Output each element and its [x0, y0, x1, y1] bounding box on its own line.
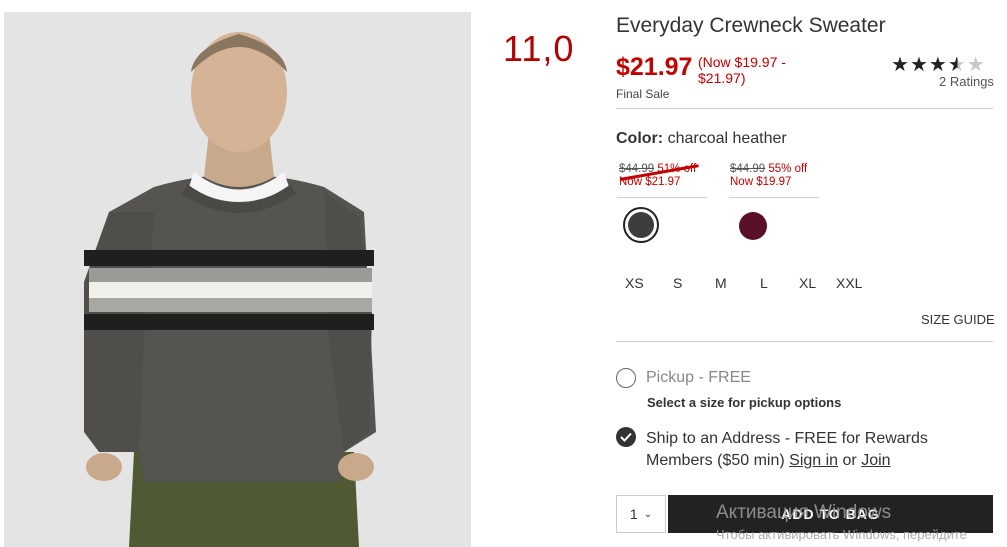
original-price: $44.99	[730, 163, 766, 175]
size-xl[interactable]: XL	[799, 275, 816, 291]
color-value: charcoal heather	[667, 130, 787, 147]
size-s[interactable]: S	[673, 275, 682, 291]
windows-activation-subtext: Чтобы активировать Windows, перейдите	[716, 527, 967, 542]
divider	[616, 108, 993, 109]
product-image[interactable]	[4, 12, 471, 547]
handwritten-annotation: 11,0	[503, 28, 575, 69]
divider	[617, 197, 707, 198]
swatch-dot	[628, 212, 654, 238]
size-xxl[interactable]: XXL	[836, 275, 862, 291]
star-icon: ★	[909, 54, 929, 76]
checkmark-icon	[620, 432, 632, 442]
half-star-icon: ★	[947, 54, 967, 76]
quantity-value: 1	[629, 506, 638, 522]
color-label: Color:	[616, 130, 664, 147]
pickup-radio[interactable]	[616, 368, 636, 388]
price-range: (Now $19.97 - $21.97)	[698, 54, 786, 86]
ship-to-address-option: Ship to an Address - FREE for Rewards Me…	[646, 428, 966, 472]
star-icon: ★	[891, 54, 910, 76]
quantity-select[interactable]: 1 ⌄	[616, 495, 666, 533]
model-sweater-illustration	[4, 12, 471, 547]
star-icon: ★	[928, 54, 948, 76]
ship-radio-checked[interactable]	[616, 427, 636, 447]
size-l[interactable]: L	[760, 275, 768, 291]
size-xs[interactable]: XS	[625, 275, 644, 291]
pickup-label: Pickup - FREE	[646, 369, 751, 386]
color-swatch-charcoal-selected[interactable]	[623, 207, 659, 243]
or-text: or	[842, 452, 857, 469]
chevron-down-icon: ⌄	[643, 508, 653, 520]
color-selection: Color: charcoal heather	[616, 130, 787, 148]
divider	[616, 341, 993, 342]
color-swatch-burgundy[interactable]	[739, 212, 767, 240]
discount-percent: 55% off	[768, 163, 808, 175]
windows-activation-watermark: Активация Windows	[716, 502, 892, 523]
color-option-price-2: $44.99 55% off Now $19.97	[730, 163, 820, 189]
size-guide-link[interactable]: SIZE GUIDE	[921, 312, 995, 327]
pickup-note: Select a size for pickup options	[647, 395, 842, 410]
divider	[729, 197, 819, 198]
star-icon: ★	[966, 54, 986, 76]
ratings-count-link[interactable]: 2 Ratings	[939, 74, 994, 89]
size-m[interactable]: M	[715, 275, 727, 291]
product-title: Everyday Crewneck Sweater	[616, 14, 886, 37]
final-sale-label: Final Sale	[616, 87, 670, 101]
join-link[interactable]: Join	[861, 452, 890, 469]
sale-price: Now $19.97	[730, 176, 792, 188]
sign-in-link[interactable]: Sign in	[789, 452, 838, 469]
current-price: $21.97	[616, 53, 693, 81]
